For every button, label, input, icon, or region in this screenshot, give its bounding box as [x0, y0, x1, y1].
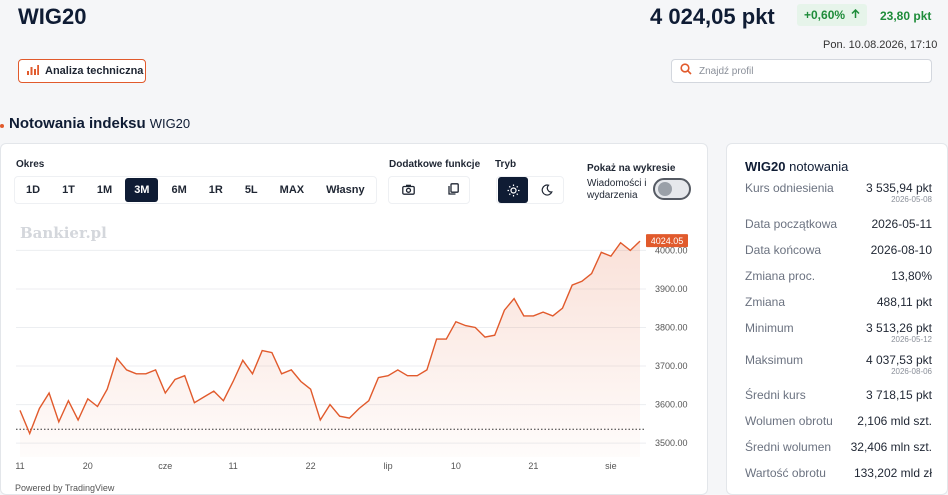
powered-by: Powered by TradingView — [15, 483, 115, 493]
show-on-chart-label: Pokaż na wykresie — [587, 163, 676, 174]
section-bullet — [0, 123, 4, 128]
technical-analysis-label: Analiza techniczna — [45, 65, 144, 77]
light-mode-button[interactable] — [498, 177, 528, 203]
stats-label: Data początkowa — [745, 217, 838, 231]
change-percent: +0,60% — [804, 8, 846, 22]
stats-title-instrument: WIG20 — [745, 159, 786, 174]
camera-button[interactable] — [393, 176, 423, 202]
stats-label: Zmiana proc. — [745, 269, 816, 283]
period-button-własny[interactable]: Własny — [317, 178, 374, 202]
stats-label: Średni kurs — [745, 388, 806, 402]
x-tick-label: 22 — [306, 461, 316, 471]
extra-functions-label: Dodatkowe funkcje — [389, 159, 481, 170]
stats-label: Minimum — [745, 321, 794, 335]
stats-label: Wolumen obrotu — [745, 414, 833, 428]
moon-icon — [541, 184, 553, 196]
price-area — [20, 241, 640, 457]
stats-label: Maksimum — [745, 353, 804, 367]
copy-button[interactable] — [438, 176, 468, 202]
stats-value: 3 535,94 pkt — [865, 181, 932, 195]
period-button-1t[interactable]: 1T — [53, 178, 84, 202]
stats-value: 4 037,53 pkt — [865, 353, 932, 367]
change-percent-badge: +0,60% — [797, 4, 868, 26]
current-price: 4 024,05 pkt — [650, 4, 775, 29]
period-button-6m[interactable]: 6M — [162, 178, 195, 202]
stats-value: 488,11 pkt — [876, 295, 932, 309]
stats-label: Średni wolumen — [745, 440, 832, 454]
last-value-label: 4024.05 — [651, 236, 684, 246]
x-tick-label: lip — [384, 461, 393, 471]
x-tick-label: 11 — [15, 461, 24, 471]
mode-label: Tryb — [495, 159, 517, 170]
arrow-up-icon — [851, 4, 860, 26]
stats-label: Wartość obrotu — [745, 466, 826, 480]
stats-label: Kurs odniesienia — [745, 181, 834, 195]
quote-datetime: Pon. 10.08.2026, 17:10 — [823, 39, 938, 51]
x-tick-label: 10 — [451, 461, 461, 471]
stats-value: 3 718,15 pkt — [865, 388, 932, 402]
search-input[interactable] — [699, 65, 919, 77]
section-subheading: WIG20 — [149, 116, 191, 131]
bar-chart-icon — [27, 64, 39, 78]
x-tick-label: sie — [605, 461, 617, 471]
stats-date: 2026-05-08 — [891, 195, 932, 204]
x-tick-label: cze — [158, 461, 172, 471]
search-icon — [680, 62, 692, 80]
change-absolute: 23,80 pkt — [880, 9, 932, 23]
stats-value: 133,202 mld zł — [853, 466, 932, 480]
stats-value: 2026-05-11 — [871, 217, 933, 231]
price-chart[interactable]: 4000.003900.003800.003700.003600.003500.… — [0, 215, 708, 480]
instrument-title: WIG20 — [18, 4, 87, 29]
x-tick-label: 11 — [228, 461, 237, 471]
stats-value: 32,406 mln szt. — [850, 440, 932, 454]
y-tick-label: 3800.00 — [655, 323, 688, 333]
x-tick-label: 21 — [528, 461, 538, 471]
period-button-1d[interactable]: 1D — [17, 178, 49, 202]
stats-value: 3 513,26 pkt — [865, 321, 932, 335]
period-selector: 1D 1T 1M 3M 6M 1R 5L MAX Własny — [14, 176, 377, 204]
stats-value: 2026-08-10 — [870, 243, 932, 257]
toggle-knob — [658, 182, 672, 196]
stats-date: 2026-08-06 — [891, 367, 932, 376]
section-heading: Notowania indeksu — [9, 115, 146, 132]
period-label: Okres — [16, 159, 45, 170]
period-button-1r[interactable]: 1R — [200, 178, 232, 202]
stats-title-rest: notowania — [789, 159, 849, 174]
copy-icon — [447, 183, 459, 195]
technical-analysis-button[interactable]: Analiza techniczna — [18, 59, 146, 83]
stats-value: 2,106 mld szt. — [857, 414, 932, 428]
stats-date: 2026-05-12 — [891, 335, 932, 344]
x-tick-label: 20 — [83, 461, 93, 471]
period-button-1m[interactable]: 1M — [88, 178, 121, 202]
period-button-3m[interactable]: 3M — [125, 178, 159, 202]
stats-label: Zmiana — [745, 295, 786, 309]
y-tick-label: 3700.00 — [655, 361, 688, 371]
news-events-toggle[interactable] — [653, 178, 691, 200]
period-button-5l[interactable]: 5L — [236, 178, 267, 202]
section-title: Notowania indeksu WIG20 — [0, 115, 190, 132]
camera-icon — [401, 184, 415, 195]
y-tick-label: 3600.00 — [655, 400, 688, 410]
quote-header: WIG20 4 024,05 pkt +0,60% 23,80 pkt Pon.… — [0, 0, 948, 100]
y-tick-label: 3500.00 — [655, 438, 688, 448]
news-events-label: Wiadomości i wydarzenia — [587, 178, 647, 201]
stats-label: Data końcowa — [745, 243, 822, 257]
dark-mode-button[interactable] — [532, 177, 562, 203]
y-tick-label: 3900.00 — [655, 284, 688, 294]
stats-title: WIG20 notowania — [745, 159, 848, 174]
sun-icon — [507, 184, 519, 196]
stats-value: 13,80% — [891, 269, 932, 283]
period-button-max[interactable]: MAX — [271, 178, 313, 202]
profile-search[interactable] — [671, 59, 932, 83]
